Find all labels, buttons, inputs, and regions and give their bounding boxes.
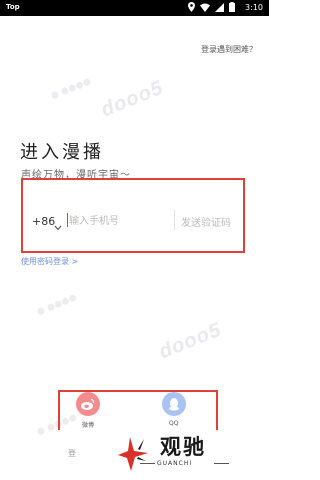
qq-login-button[interactable]: [162, 392, 186, 416]
status-bar: Top 3:10: [0, 0, 269, 16]
phone-number-input[interactable]: [69, 214, 169, 228]
brand-name: 观驰: [160, 435, 206, 459]
status-time: 3:10: [245, 3, 263, 12]
location-icon: [188, 2, 195, 14]
brand-sub: GUANCHI: [157, 460, 193, 467]
watermark-logo: dooo5: [98, 76, 167, 122]
password-login-link[interactable]: 使用密码登录 >: [21, 256, 78, 267]
status-icons: [188, 2, 235, 14]
watermark-text: ● ●●●●: [49, 76, 93, 102]
partial-text: 登: [68, 449, 76, 458]
text-cursor: [67, 213, 68, 227]
input-divider: [174, 210, 175, 230]
wifi-icon: [200, 3, 210, 14]
signal-icon: [215, 2, 224, 14]
country-code-selector[interactable]: +86: [32, 215, 55, 228]
login-help-link[interactable]: 登录遇到困难？: [201, 44, 257, 55]
status-app-label: Top: [6, 3, 20, 11]
brand-divider: [214, 463, 229, 464]
weibo-login-button[interactable]: [76, 392, 100, 416]
brand-logo-icon: [116, 433, 156, 477]
battery-icon: [229, 2, 235, 14]
page-title: 进入漫播: [20, 142, 104, 163]
watermark-logo: dooo5: [156, 318, 225, 364]
brand-divider: [140, 463, 155, 464]
phone-login-row: +86 发送验证码: [21, 178, 245, 253]
chevron-down-icon[interactable]: [54, 216, 62, 235]
watermark-text: ● ●●●●: [35, 292, 79, 318]
send-code-button[interactable]: 发送验证码: [181, 214, 231, 229]
qq-label: QQ: [169, 420, 179, 427]
weibo-label: 微博: [82, 422, 95, 429]
